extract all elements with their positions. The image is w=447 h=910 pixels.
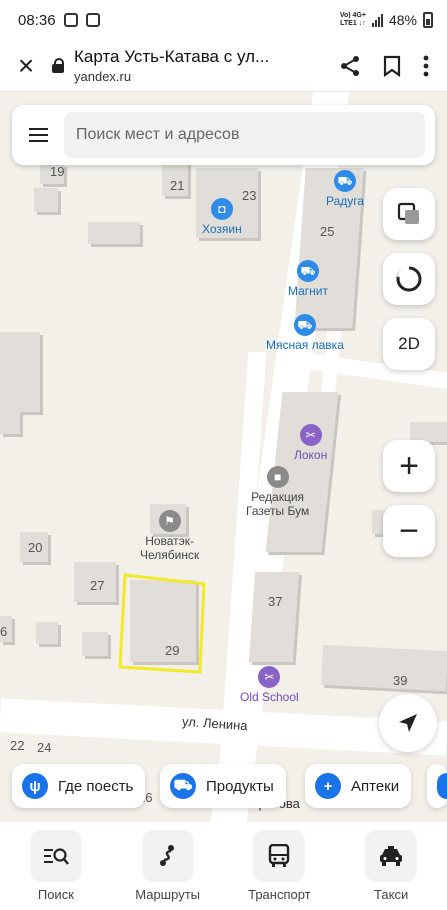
page-title: Карта Усть-Катава с ул... — [74, 47, 270, 66]
chip-label: Продукты — [206, 777, 274, 795]
nav-search[interactable]: Поиск — [0, 822, 112, 910]
navigation-arrow-icon — [399, 714, 417, 732]
basket-icon: ⛟ — [334, 170, 357, 192]
flag-icon: ⚑ — [158, 510, 181, 532]
basket-icon: ⛟ — [170, 773, 196, 799]
building — [88, 222, 140, 244]
house-number: 19 — [50, 164, 65, 179]
house-number: 23 — [242, 188, 257, 203]
hamburger-menu-icon[interactable] — [12, 128, 64, 142]
poi-novatek-chelyabinsk[interactable]: ⚑ Новатэк- Челябинск — [140, 510, 199, 562]
chip-more-icon — [437, 773, 447, 799]
lock-icon[interactable] — [52, 57, 66, 74]
layers-button[interactable] — [383, 188, 435, 240]
chip-label: Где поесть — [58, 777, 134, 795]
building — [82, 632, 108, 656]
page-url: yandex.ru — [74, 69, 132, 84]
house-number: 39 — [393, 673, 408, 688]
nav-label: Такси — [374, 887, 409, 902]
poi-old-school[interactable]: ✂ Old School — [240, 666, 299, 704]
nav-routes[interactable]: Маршруты — [112, 822, 224, 910]
chip-produkty[interactable]: ⛟ Продукты — [160, 764, 286, 808]
status-bar: 08:36 Vo) 4G+ LTE1 ↓↑ 48% — [0, 0, 447, 40]
poi-myasnaya-lavka[interactable]: ⛟ Мясная лавка — [266, 314, 344, 352]
building — [410, 422, 447, 442]
chip-gde-poest[interactable]: ψ Где поесть — [12, 764, 146, 808]
building — [0, 412, 20, 434]
building — [34, 188, 58, 212]
house-number: 37 — [268, 594, 283, 609]
house-number: 27 — [90, 578, 105, 593]
search-input[interactable]: Поиск мест и адресов — [64, 112, 425, 158]
bag-icon: ◘ — [210, 198, 233, 220]
basket-icon: ⛟ — [297, 260, 319, 282]
layers-icon — [397, 202, 419, 224]
building — [321, 644, 447, 692]
house-number: 29 — [165, 643, 180, 658]
taxi-icon — [365, 830, 418, 882]
browser-toolbar: × Карта Усть-Катава с ул... yandex.ru — [0, 40, 447, 92]
nav-label: Поиск — [37, 887, 74, 902]
house-number: 6 — [0, 624, 8, 639]
bookmark-icon[interactable] — [383, 55, 401, 77]
nav-transport[interactable]: Транспорт — [224, 822, 336, 910]
poi-khozyain[interactable]: ◘ Хозяин — [202, 198, 242, 236]
plus-icon: + — [315, 773, 341, 799]
network-type: Vo) 4G+ LTE1 ↓↑ — [339, 12, 366, 27]
browser-actions — [339, 55, 447, 77]
highlighted-building — [118, 573, 206, 674]
screen: 08:36 Vo) 4G+ LTE1 ↓↑ 48% × Карта Усть-К… — [0, 0, 447, 910]
fork-knife-icon: ψ — [22, 773, 48, 799]
building — [36, 622, 58, 644]
mode-2d-button[interactable]: 2D — [383, 318, 435, 370]
share-icon[interactable] — [339, 55, 361, 77]
poi-lokon[interactable]: ✂ Локон — [294, 424, 327, 462]
house-number: 24 — [37, 740, 52, 755]
status-time: 08:36 — [18, 11, 56, 29]
building — [248, 572, 300, 662]
basket-icon: ⛟ — [293, 314, 316, 336]
nav-label: Маршруты — [135, 887, 200, 902]
signal-icon — [371, 13, 383, 27]
zoom-out-button[interactable]: − — [383, 505, 435, 557]
battery-icon — [423, 12, 433, 28]
compass-icon — [396, 266, 422, 292]
nav-label: Транспорт — [248, 887, 311, 902]
chip-more[interactable] — [427, 764, 447, 808]
search-list-icon — [29, 830, 82, 882]
house-number: 25 — [320, 224, 335, 239]
chip-label: Аптеки — [351, 777, 400, 795]
bottom-navigation: Поиск Маршруты Транспорт Такси — [0, 822, 447, 910]
locate-me-button[interactable] — [379, 694, 437, 752]
house-number: 22 — [10, 738, 25, 753]
status-right: Vo) 4G+ LTE1 ↓↑ 48% — [340, 12, 433, 28]
scissors-icon: ✂ — [258, 666, 281, 688]
poi-magnit[interactable]: ⛟ Магнит — [288, 260, 328, 298]
search-bar: Поиск мест и адресов — [12, 105, 435, 165]
scissors-icon: ✂ — [299, 424, 322, 446]
more-options-icon[interactable] — [423, 55, 429, 77]
zoom-in-button[interactable]: + — [383, 440, 435, 492]
gallery-icon — [85, 13, 100, 27]
battery-percent: 48% — [388, 12, 417, 28]
poi-raduga[interactable]: ⛟ Радуга — [326, 170, 364, 208]
close-icon[interactable]: × — [0, 50, 52, 82]
compass-button[interactable] — [383, 253, 435, 305]
house-number: 20 — [28, 540, 43, 555]
house-number: 21 — [170, 178, 185, 193]
chip-apteki[interactable]: + Аптеки — [305, 764, 412, 808]
briefcase-icon: ■ — [266, 466, 289, 488]
poi-redaktsiya-gazety-bum[interactable]: ■ Редакция Газеты Бум — [246, 466, 309, 518]
bus-icon — [253, 830, 306, 882]
notification-icon — [63, 13, 78, 27]
route-icon — [141, 830, 194, 882]
address-bar[interactable]: Карта Усть-Катава с ул... yandex.ru — [74, 47, 339, 84]
nav-taxi[interactable]: Такси — [335, 822, 447, 910]
building — [0, 332, 40, 412]
